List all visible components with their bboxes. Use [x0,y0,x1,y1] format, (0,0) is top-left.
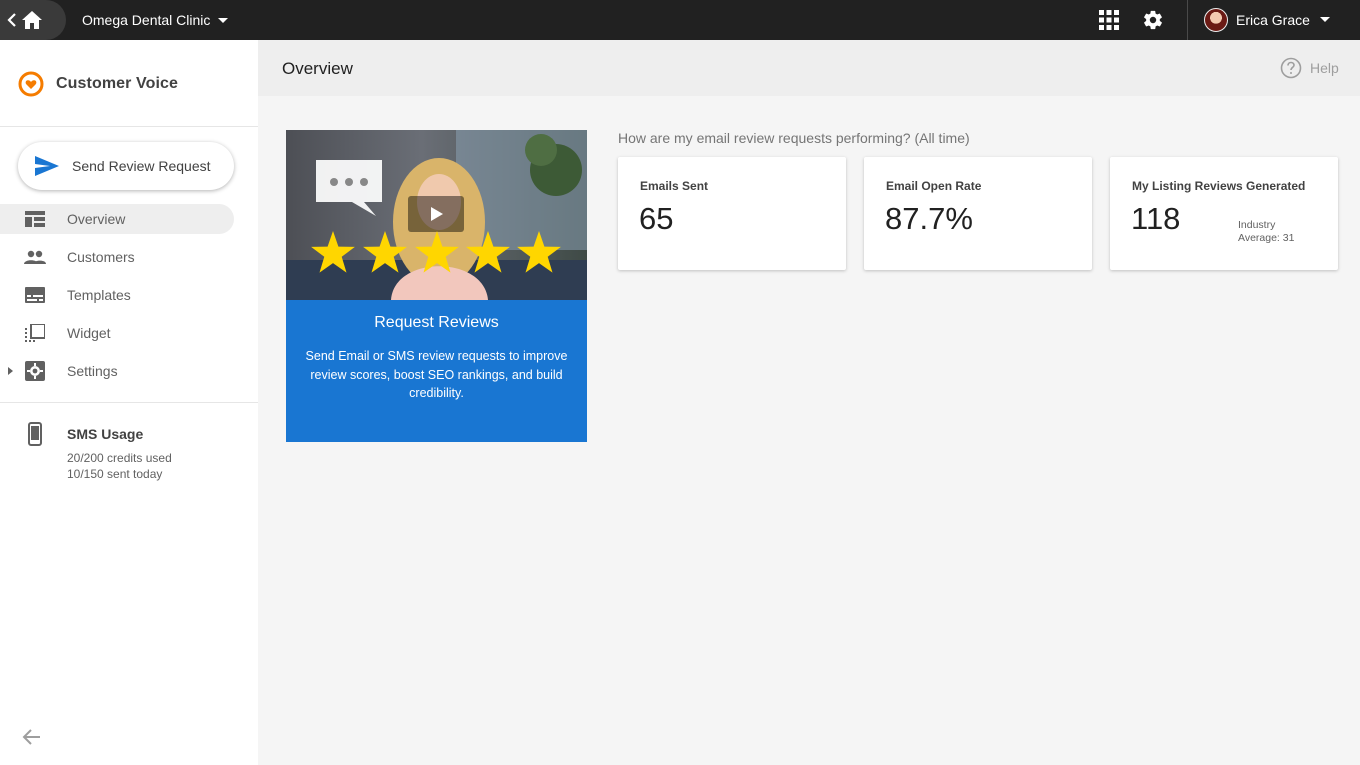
send-review-request-button[interactable]: Send Review Request [18,142,234,190]
clinic-name: Omega Dental Clinic [82,12,211,28]
gear-icon[interactable] [1142,9,1164,31]
stat-value: 87.7% [885,201,973,236]
sidebar: Customer Voice Send Review Request Overv… [0,40,258,765]
stat-card-emails-sent: Emails Sent 65 [618,157,846,270]
caret-down-icon [1320,17,1330,22]
industry-value: Average: 31 [1238,232,1295,244]
help-label: Help [1310,60,1339,76]
stat-label: Emails Sent [640,179,709,193]
industry-average: Industry Average: 31 [1238,219,1318,245]
template-icon [24,285,46,305]
page-header: Overview Help [258,40,1360,96]
app-name: Customer Voice [56,75,179,92]
send-button-label: Send Review Request [72,158,211,174]
help-icon [1280,57,1302,79]
chevron-left-icon [7,13,16,27]
divider [0,126,258,127]
page-title: Overview [282,59,353,78]
people-icon [24,247,46,267]
settings-icon [24,361,46,381]
send-icon [35,156,59,176]
stat-value: 65 [639,201,674,236]
brand: Customer Voice [18,71,178,97]
home-icon [22,11,42,29]
back-home-button[interactable] [0,0,66,40]
top-bar: Omega Dental Clinic Erica Grace [0,0,1360,40]
heart-logo-icon [18,71,44,97]
divider [0,402,258,403]
industry-label: Industry [1238,219,1276,231]
sidebar-item-templates[interactable]: Templates [0,280,234,310]
stat-label: Email Open Rate [886,179,982,193]
user-name: Erica Grace [1236,12,1310,28]
stats-question: How are my email review requests perform… [618,130,970,146]
stat-card-email-open-rate: Email Open Rate 87.7% [864,157,1092,270]
video-thumbnail [286,130,587,300]
sidebar-item-label: Widget [67,325,111,341]
dashboard-icon [24,209,46,229]
apps-grid-icon[interactable] [1099,10,1119,30]
sidebar-item-label: Templates [67,287,131,303]
sidebar-item-label: Settings [67,363,118,379]
sms-usage-title: SMS Usage [67,426,144,442]
five-star-rating [311,231,561,273]
expand-arrow-icon[interactable] [8,367,13,375]
caret-down-icon [218,17,229,23]
sidebar-item-customers[interactable]: Customers [0,242,234,272]
stat-label: My Listing Reviews Generated [1132,179,1306,193]
user-menu[interactable]: Erica Grace [1187,0,1360,40]
request-reviews-video-card[interactable]: Request Reviews Send Email or SMS review… [286,130,587,442]
widget-icon [24,323,46,343]
sidebar-item-overview[interactable]: Overview [0,204,234,234]
sidebar-item-label: Customers [67,249,135,265]
stat-card-listing-reviews: My Listing Reviews Generated 118 Industr… [1110,157,1338,270]
video-card-title: Request Reviews [374,314,499,331]
clinic-selector[interactable]: Omega Dental Clinic [82,0,229,40]
sms-credits: 20/200 credits used [67,451,172,465]
sms-sent-today: 10/150 sent today [67,467,163,481]
sidebar-item-label: Overview [67,211,126,227]
video-card-description: Send Email or SMS review requests to imp… [305,349,568,400]
sidebar-item-widget[interactable]: Widget [0,318,234,348]
stat-value: 118 [1131,201,1181,236]
sidebar-item-settings[interactable]: Settings [0,356,234,386]
help-button[interactable]: Help [1280,57,1339,79]
phone-icon [28,422,42,446]
avatar [1204,8,1228,32]
arrow-left-icon[interactable] [22,727,42,747]
